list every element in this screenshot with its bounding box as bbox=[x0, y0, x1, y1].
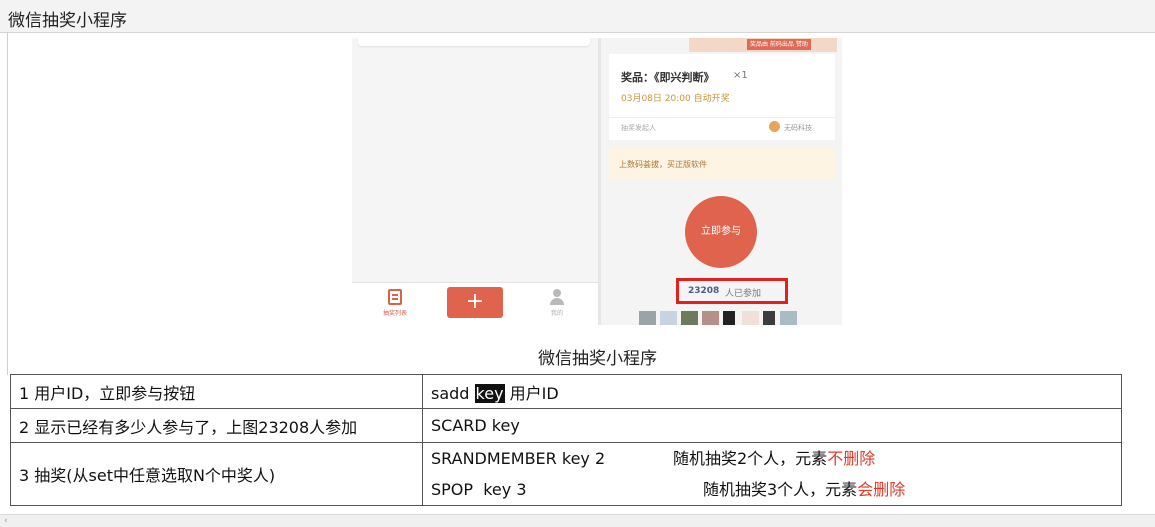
no-delete-note: 不删除 bbox=[827, 449, 876, 468]
list-icon bbox=[388, 289, 402, 305]
table-cell-command: sadd key 用户ID bbox=[422, 374, 1122, 409]
cmd-srandmember: SRANDMEMBER key 2 bbox=[431, 449, 606, 468]
cmd-sadd: sadd bbox=[431, 383, 475, 403]
avatar bbox=[702, 311, 719, 325]
window-titlebar: 微信抽奖小程序 bbox=[0, 0, 1155, 33]
figure-caption: 微信抽奖小程序 bbox=[538, 349, 657, 369]
create-lottery-button[interactable]: + bbox=[447, 287, 503, 318]
participant-count: 23208 bbox=[688, 286, 720, 296]
cmd-spop: SPOP key 3 bbox=[431, 480, 527, 499]
avatar bbox=[723, 311, 735, 325]
avatar bbox=[639, 311, 656, 325]
sponsor-name: 无码科技 bbox=[784, 124, 812, 132]
prize-card: 奖品：《即兴判断》 ×1 03月08日 20:00 自动开奖 抽奖发起人 无码科… bbox=[609, 54, 835, 140]
tab-lottery-list[interactable]: 抽奖列表 bbox=[370, 289, 420, 317]
left-divider bbox=[7, 33, 8, 375]
avatar bbox=[660, 311, 677, 325]
horizontal-scrollbar[interactable]: ‹ bbox=[0, 514, 1155, 527]
banner-tags: 奖品由 前码出品 赞助 bbox=[747, 39, 811, 50]
user-icon bbox=[553, 289, 561, 297]
sponsor-logo-icon bbox=[769, 121, 780, 132]
table-cell-command: SRANDMEMBER key 2 随机抽奖2个人，元素不删除 SPOP key… bbox=[422, 442, 1122, 506]
sponsor-label: 抽奖发起人 bbox=[621, 124, 656, 132]
avatar bbox=[681, 311, 698, 325]
table-cell-command: SCARD key bbox=[422, 408, 1122, 443]
table-row: 2 显示已经有多少人参与了，上图23208人参加 SCARD key bbox=[10, 408, 1122, 443]
table-cell-description: 2 显示已经有多少人参与了，上图23208人参加 bbox=[10, 408, 423, 443]
cmd-sadd-arg: 用户ID bbox=[504, 383, 559, 403]
table-cell-description: 1 用户ID，立即参与按钮 bbox=[10, 374, 423, 409]
prize-count: ×1 bbox=[733, 70, 748, 81]
selected-key-text: key bbox=[474, 383, 505, 403]
card-divider bbox=[609, 117, 835, 118]
table-row: 3 抽奖(从set中任意选取N个中奖人) SRANDMEMBER key 2 随… bbox=[10, 442, 1122, 506]
join-now-button[interactable]: 立即参与 bbox=[685, 196, 757, 268]
list-card bbox=[358, 38, 590, 46]
spop-desc: 随机抽奖3个人，元素 bbox=[703, 480, 858, 499]
lottery-list-pane bbox=[352, 38, 598, 282]
bottom-tabbar: 抽奖列表 + 我的 bbox=[352, 282, 598, 325]
participant-count-highlight: 23208 人已参加 bbox=[676, 278, 788, 304]
avatar bbox=[742, 311, 759, 325]
notice-card: 上数码荟拔，买正版软件 bbox=[609, 148, 835, 180]
delete-note: 会删除 bbox=[857, 480, 906, 499]
participant-avatars bbox=[639, 311, 809, 325]
notice-text: 上数码荟拔，买正版软件 bbox=[619, 160, 707, 169]
lottery-detail-pane: 奖品由 前码出品 赞助 奖品：《即兴判断》 ×1 03月08日 20:00 自动… bbox=[601, 38, 842, 325]
avatar bbox=[763, 311, 775, 325]
draw-time: 03月08日 20:00 自动开奖 bbox=[621, 94, 730, 104]
tab-lottery-list-label: 抽奖列表 bbox=[382, 310, 407, 317]
srandmember-desc: 随机抽奖2个人，元素 bbox=[673, 449, 828, 468]
window-title: 微信抽奖小程序 bbox=[8, 11, 127, 31]
tab-me-label: 我的 bbox=[550, 310, 563, 317]
scroll-left-icon[interactable]: ‹ bbox=[4, 515, 8, 527]
mini-program-screenshot: 抽奖列表 + 我的 奖品由 前码出品 赞助 奖品：《即兴判断》 ×1 03月08… bbox=[352, 38, 842, 325]
redis-command-table: 1 用户ID，立即参与按钮 sadd key 用户ID 2 显示已经有多少人参与… bbox=[10, 374, 1122, 506]
sponsor-banner: 奖品由 前码出品 赞助 bbox=[689, 38, 837, 52]
participant-suffix: 人已参加 bbox=[725, 289, 762, 299]
table-cell-description: 3 抽奖(从set中任意选取N个中奖人) bbox=[10, 442, 423, 506]
command-line: SRANDMEMBER key 2 随机抽奖2个人，元素不删除 bbox=[431, 443, 1121, 474]
prize-title: 奖品：《即兴判断》 bbox=[621, 71, 715, 84]
table-row: 1 用户ID，立即参与按钮 sadd key 用户ID bbox=[10, 374, 1122, 409]
command-line: SPOP key 3 随机抽奖3个人，元素会删除 bbox=[431, 474, 1121, 505]
tab-me[interactable]: 我的 bbox=[542, 289, 572, 317]
avatar bbox=[780, 311, 797, 325]
